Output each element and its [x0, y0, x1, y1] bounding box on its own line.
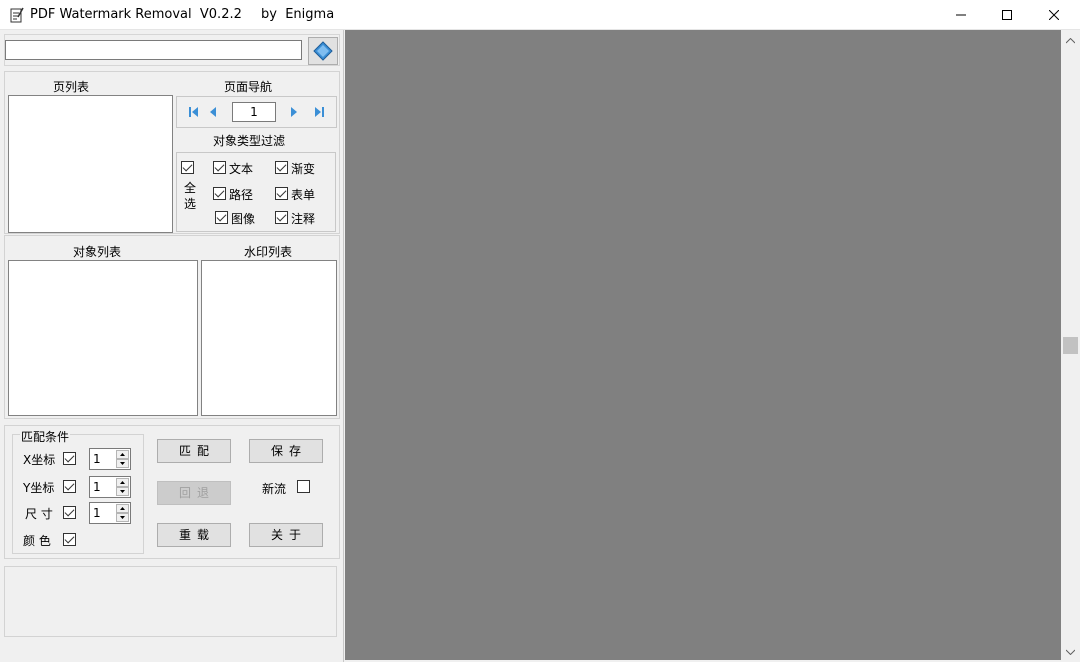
x-tolerance-value: 1: [93, 452, 101, 466]
y-coord-label: Y坐标: [23, 481, 55, 495]
filter-text-checkbox[interactable]: [213, 161, 226, 174]
scroll-up-icon: [1066, 38, 1075, 44]
page-nav-label: 页面导航: [224, 80, 273, 94]
close-button[interactable]: [1031, 0, 1077, 30]
color-checkbox[interactable]: [63, 533, 76, 546]
size-tolerance-value: 1: [93, 506, 101, 520]
x-coord-checkbox[interactable]: [63, 452, 76, 465]
y-tolerance-up-button[interactable]: [116, 478, 129, 487]
minimize-button[interactable]: [938, 0, 984, 30]
object-list-label: 对象列表: [73, 245, 122, 259]
pdf-preview-area[interactable]: [345, 30, 1061, 660]
y-coord-checkbox[interactable]: [63, 480, 76, 493]
filter-path-checkbox[interactable]: [213, 187, 226, 200]
new-stream-checkbox[interactable]: [297, 480, 310, 493]
about-button[interactable]: 关于: [249, 523, 323, 547]
filter-path-label: 路径: [229, 188, 254, 202]
status-area: [4, 566, 337, 637]
control-panel: 页列表 页面导航 1 对象类型过滤 全 选 文本 渐变 路径 表单 图像 注释 …: [0, 30, 344, 662]
close-icon: [1049, 10, 1059, 20]
minimize-icon: [956, 14, 966, 16]
save-button[interactable]: 保存: [249, 439, 323, 463]
open-file-icon: [313, 41, 333, 61]
filter-text-label: 文本: [229, 162, 254, 176]
filter-form-checkbox[interactable]: [275, 187, 288, 200]
open-file-button[interactable]: [308, 37, 338, 65]
watermark-list[interactable]: [201, 260, 337, 416]
filter-annotation-label: 注释: [291, 212, 316, 226]
size-label: 尺 寸: [25, 507, 53, 521]
page-list-label: 页列表: [53, 80, 90, 94]
y-tolerance-value: 1: [93, 480, 101, 494]
y-tolerance-spinner[interactable]: 1: [89, 476, 131, 498]
spin-down-icon: [120, 490, 125, 493]
first-page-icon: [189, 107, 198, 117]
next-page-icon: [291, 107, 297, 117]
filter-image-checkbox[interactable]: [215, 211, 228, 224]
maximize-button[interactable]: [984, 0, 1030, 30]
filter-image-label: 图像: [231, 212, 256, 226]
select-all-label: 全 选: [184, 181, 197, 211]
first-page-button[interactable]: [187, 106, 201, 118]
scrollbar-thumb[interactable]: [1063, 337, 1078, 354]
page-list[interactable]: [8, 95, 173, 233]
page-navigation: 1: [176, 96, 337, 128]
last-page-icon: [315, 107, 324, 117]
spin-down-icon: [120, 516, 125, 519]
filter-gradient-label: 渐变: [291, 162, 316, 176]
window-title: PDF Watermark Removal V0.2.2: [30, 7, 242, 22]
size-tolerance-spinner[interactable]: 1: [89, 502, 131, 524]
x-tolerance-down-button[interactable]: [116, 459, 129, 468]
undo-button[interactable]: 回退: [157, 481, 231, 505]
filter-annotation-checkbox[interactable]: [275, 211, 288, 224]
next-page-button[interactable]: [287, 106, 301, 118]
type-filter-label: 对象类型过滤: [213, 134, 286, 148]
filter-gradient-checkbox[interactable]: [275, 161, 288, 174]
prev-page-button[interactable]: [206, 106, 220, 118]
spin-up-icon: [120, 453, 125, 456]
reload-button[interactable]: 重载: [157, 523, 231, 547]
match-button[interactable]: 匹配: [157, 439, 231, 463]
match-conditions-label: 匹配条件: [20, 428, 71, 445]
x-tolerance-up-button[interactable]: [116, 450, 129, 459]
scroll-down-icon: [1066, 649, 1075, 655]
new-stream-label: 新流: [262, 482, 287, 496]
watermark-list-label: 水印列表: [244, 245, 293, 259]
x-coord-label: X坐标: [23, 453, 56, 467]
author-label: by Enigma: [261, 7, 335, 22]
vertical-scrollbar[interactable]: [1061, 30, 1080, 662]
path-input[interactable]: [5, 40, 302, 60]
prev-page-icon: [210, 107, 216, 117]
x-tolerance-spinner[interactable]: 1: [89, 448, 131, 470]
app-icon: [10, 7, 24, 23]
select-all-checkbox[interactable]: [181, 161, 194, 174]
size-tolerance-up-button[interactable]: [116, 504, 129, 513]
spin-up-icon: [120, 507, 125, 510]
y-tolerance-down-button[interactable]: [116, 487, 129, 496]
last-page-button[interactable]: [312, 106, 326, 118]
size-tolerance-down-button[interactable]: [116, 513, 129, 522]
spin-down-icon: [120, 462, 125, 465]
filter-form-label: 表单: [291, 188, 316, 202]
title-bar: PDF Watermark Removal V0.2.2 by Enigma: [0, 0, 1080, 30]
color-label: 颜 色: [23, 534, 51, 548]
spin-up-icon: [120, 481, 125, 484]
object-list[interactable]: [8, 260, 198, 416]
page-number-input[interactable]: 1: [232, 102, 276, 122]
size-checkbox[interactable]: [63, 506, 76, 519]
maximize-icon: [1002, 10, 1012, 20]
